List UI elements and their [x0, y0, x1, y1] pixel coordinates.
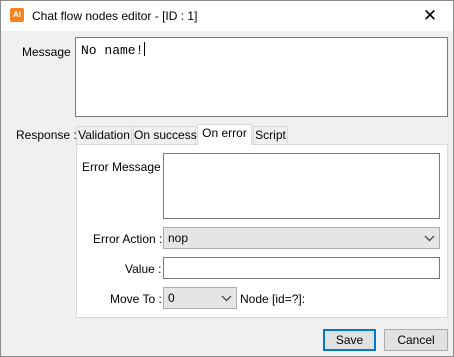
error-message-label: Error Message :	[82, 160, 168, 174]
app-logo-icon: AI	[10, 8, 24, 22]
tab-on-error[interactable]: On error	[197, 124, 252, 145]
error-message-textarea[interactable]	[163, 153, 440, 219]
move-to-select[interactable]: 0	[163, 287, 237, 309]
text-caret	[144, 42, 146, 56]
close-button[interactable]: ✕	[407, 1, 453, 31]
tab-script[interactable]: Script	[253, 126, 288, 144]
value-input[interactable]	[163, 257, 440, 279]
node-label: Node [id=?]:	[240, 292, 306, 306]
chevron-down-icon	[221, 289, 232, 310]
message-text: No name!	[81, 42, 146, 58]
title-bar[interactable]: AI Chat flow nodes editor - [ID : 1] ✕	[1, 1, 453, 31]
chevron-down-icon	[424, 229, 435, 250]
value-label: Value :	[125, 262, 162, 276]
move-to-label: Move To :	[110, 292, 162, 306]
close-icon: ✕	[422, 6, 438, 25]
tab-validation[interactable]: Validation	[76, 126, 132, 144]
move-to-value: 0	[168, 291, 175, 305]
cancel-button[interactable]: Cancel	[384, 329, 448, 351]
window-title: Chat flow nodes editor - [ID : 1]	[32, 9, 198, 23]
save-button[interactable]: Save	[323, 329, 376, 351]
error-action-value: nop	[168, 231, 189, 245]
tab-on-success[interactable]: On success	[133, 126, 197, 144]
error-action-label: Error Action :	[93, 232, 163, 246]
message-textarea[interactable]: No name!	[75, 37, 448, 117]
error-action-select[interactable]: nop	[163, 227, 440, 249]
dialog-window: AI Chat flow nodes editor - [ID : 1] ✕ M…	[0, 0, 454, 357]
message-label: Message :	[22, 45, 78, 59]
response-label: Response :	[16, 128, 77, 142]
